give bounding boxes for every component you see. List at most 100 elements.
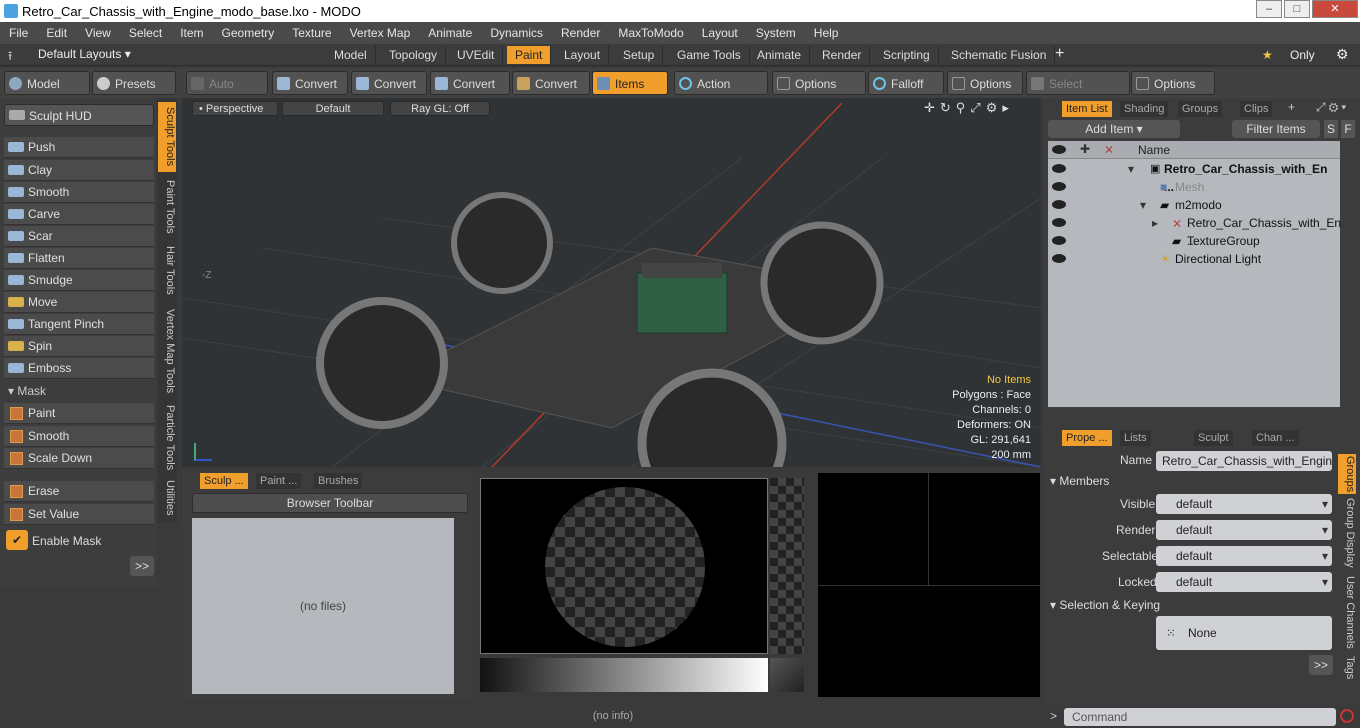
select-through-button[interactable]: Select Through [1026, 71, 1130, 115]
tab-paint-browser[interactable]: Paint ... [256, 473, 302, 489]
tool-scar[interactable]: Scar [4, 226, 154, 247]
tab-channels[interactable]: Chan ... [1252, 430, 1299, 446]
enable-mask-checkbox[interactable]: ✔ [6, 530, 28, 550]
eye-icon[interactable] [1052, 164, 1066, 173]
tab-setup[interactable]: Setup [615, 46, 664, 64]
render-dropdown[interactable]: default [1156, 520, 1332, 540]
tab-game-tools[interactable]: Game Tools [669, 46, 750, 64]
item-row[interactable]: ▾ ▣ Retro_Car_Chassis_with_En ... [1048, 160, 1340, 194]
members-section[interactable]: ▾ Members [1050, 470, 1109, 492]
tool-tangent-pinch[interactable]: Tangent Pinch [4, 314, 154, 335]
item-row[interactable]: ■ Mesh [1048, 178, 1340, 196]
tab-schematic-fusion[interactable]: Schematic Fusion [943, 46, 1056, 64]
panel-tools-icons[interactable]: ⤢⚙▾ [1316, 100, 1349, 115]
f-filter-button[interactable]: F [1341, 120, 1355, 138]
only-toggle[interactable]: Only [1290, 48, 1315, 62]
vtab-particle-tools[interactable]: Particle Tools [158, 402, 176, 474]
name-column-header[interactable]: Name [1138, 143, 1170, 157]
grayscale-gradient[interactable] [480, 658, 768, 692]
tab-sculpt[interactable]: Sculpt [1194, 430, 1233, 446]
filter-items-button[interactable]: Filter Items [1232, 120, 1320, 138]
default-layouts-dropdown[interactable]: Default Layouts ▾ [38, 47, 131, 61]
tab-paint[interactable]: Paint [507, 46, 552, 64]
menu-select[interactable]: Select [120, 26, 171, 40]
tab-topology[interactable]: Topology [381, 46, 447, 64]
s-filter-button[interactable]: S [1324, 120, 1338, 138]
menu-view[interactable]: View [76, 26, 120, 40]
view-mode-dropdown[interactable]: • Perspective [192, 101, 278, 116]
browser-file-list[interactable]: (no files) [192, 518, 454, 694]
menu-texture[interactable]: Texture [283, 26, 340, 40]
falloff-options-button[interactable]: Options [947, 71, 1023, 95]
sculpt-hud-button[interactable]: Sculpt HUD [4, 104, 154, 126]
tool-carve[interactable]: Carve [4, 204, 154, 225]
selection-keying-section[interactable]: ▾ Selection & Keying [1050, 594, 1160, 616]
menu-item[interactable]: Item [171, 26, 212, 40]
menu-help[interactable]: Help [805, 26, 848, 40]
tool-smooth[interactable]: Smooth [4, 182, 154, 203]
minimize-button[interactable]: – [1256, 0, 1282, 18]
vtab-utilities[interactable]: Utilities [158, 478, 176, 518]
menu-file[interactable]: File [0, 26, 37, 40]
menu-geometry[interactable]: Geometry [213, 26, 284, 40]
secondary-viewport[interactable] [818, 473, 1040, 697]
ray-gl-toggle[interactable]: Ray GL: Off [390, 101, 490, 116]
tab-render[interactable]: Render [814, 46, 871, 64]
menu-dynamics[interactable]: Dynamics [481, 26, 552, 40]
vtab-vertex-map-tools[interactable]: Vertex Map Tools [158, 302, 176, 400]
tool-clay[interactable]: Clay [4, 160, 154, 181]
eye-icon[interactable] [1052, 254, 1066, 263]
mask-tool-smooth[interactable]: Smooth [4, 426, 154, 447]
mask-header[interactable]: ▾ Mask [8, 384, 46, 398]
keying-none-button[interactable]: ⁙ None [1156, 616, 1332, 650]
visible-dropdown[interactable]: default [1156, 494, 1332, 514]
model-button[interactable]: Model F2 [4, 71, 90, 115]
eye-icon[interactable] [1052, 218, 1066, 227]
action-center-options-button[interactable]: Options [772, 71, 866, 95]
tool-emboss[interactable]: Emboss [4, 358, 154, 379]
tab-scripting[interactable]: Scripting [875, 46, 939, 64]
tab-item-list[interactable]: Item List [1062, 101, 1112, 117]
menu-layout[interactable]: Layout [693, 26, 747, 40]
command-input[interactable]: Command [1064, 708, 1336, 726]
convert-vertices-button[interactable]: Convert [272, 71, 348, 95]
add-list-tab-icon[interactable]: + [1288, 100, 1295, 114]
vtab-tags[interactable]: Tags [1338, 656, 1356, 686]
gradient-swatch[interactable] [770, 658, 804, 692]
more-tools-button[interactable]: >> [130, 556, 154, 576]
menu-system[interactable]: System [747, 26, 805, 40]
item-row[interactable]: ☀ Directional Light [1048, 250, 1340, 268]
mask-tool-paint[interactable]: Paint [4, 403, 154, 424]
name-field[interactable]: Retro_Car_Chassis_with_Engine ( [1156, 451, 1332, 471]
mask-tool-erase[interactable]: Erase [4, 481, 154, 502]
selectable-dropdown[interactable]: default [1156, 546, 1332, 566]
vtab-hair-tools[interactable]: Hair Tools [158, 242, 176, 298]
tool-spin[interactable]: Spin [4, 336, 154, 357]
tool-move[interactable]: Move [4, 292, 154, 313]
eye-icon[interactable] [1052, 200, 1066, 209]
mask-tool-set-value[interactable]: Set Value [4, 504, 154, 525]
tab-clips[interactable]: Clips [1240, 101, 1273, 117]
action-center-button[interactable]: Action Center [674, 71, 768, 115]
tab-brushes[interactable]: Brushes [314, 473, 363, 489]
menu-maxtomodo[interactable]: MaxToModo [609, 26, 692, 40]
menu-render[interactable]: Render [552, 26, 609, 40]
mask-tool-scale-down[interactable]: Scale Down [4, 448, 154, 469]
vtab-sculpt-tools[interactable]: Sculpt Tools [158, 102, 176, 172]
vtab-groups[interactable]: Groups [1338, 454, 1356, 494]
tool-smudge[interactable]: Smudge [4, 270, 154, 291]
auto-select-button[interactable]: Auto Select [186, 71, 268, 115]
tool-push[interactable]: Push [4, 137, 154, 158]
close-button[interactable]: ✕ [1312, 0, 1358, 18]
shading-dropdown[interactable]: Default [282, 101, 384, 116]
presets-button[interactable]: Presets F6 [92, 71, 176, 115]
menu-edit[interactable]: Edit [37, 26, 76, 40]
vtab-group-display[interactable]: Group Display [1338, 498, 1356, 570]
viewport-nav-icons[interactable]: ✛↻⚲⤢⚙▸ [924, 100, 1014, 116]
tab-lists[interactable]: Lists [1120, 430, 1151, 446]
eye-icon[interactable] [1052, 182, 1066, 191]
tab-shading[interactable]: Shading [1120, 101, 1169, 117]
layout-arrow-icon[interactable]: ⭱ [8, 47, 12, 68]
item-row[interactable]: ▾ ▰ m2modo [1048, 196, 1340, 214]
tab-animate[interactable]: Animate [749, 46, 811, 64]
